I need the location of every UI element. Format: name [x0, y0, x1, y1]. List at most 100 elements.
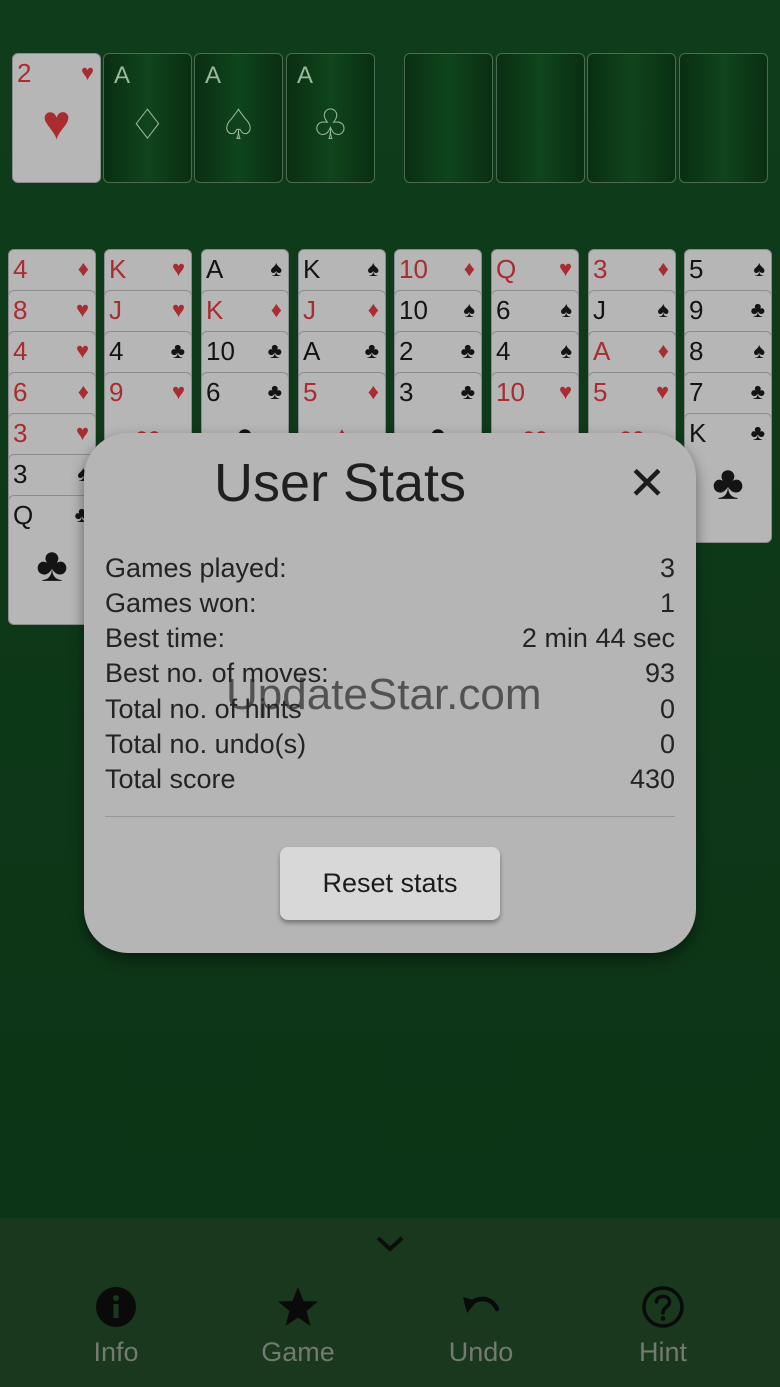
free-cell[interactable]	[587, 53, 676, 183]
dialog-title: User Stats	[213, 453, 467, 513]
card-rank: 3	[593, 254, 608, 284]
heart-icon: ♥	[171, 297, 185, 322]
card-rank: 9	[689, 295, 704, 325]
card-rank: J	[593, 295, 606, 325]
stat-row-games-won: Games won: 1	[105, 588, 675, 623]
club-icon: ♣	[36, 539, 68, 592]
foundation-diamonds[interactable]: A ♢	[103, 53, 192, 183]
undo-button[interactable]: Undo	[421, 1285, 541, 1375]
card-rank: 5	[303, 377, 318, 407]
heart-icon: ♥	[655, 379, 669, 404]
stat-label: Total no. undo(s)	[105, 729, 307, 759]
spade-icon: ♠	[657, 297, 669, 322]
star-icon	[278, 1287, 318, 1326]
stat-label: Games won:	[105, 588, 257, 618]
spade-icon: ♠	[463, 297, 475, 322]
foundation-rank: A	[297, 62, 314, 89]
card-rank: K	[109, 254, 127, 284]
diamond-icon: ♦	[657, 256, 669, 281]
card-rank: 8	[689, 336, 704, 366]
info-button[interactable]: Info	[56, 1285, 176, 1375]
undo-label: Undo	[448, 1337, 514, 1367]
stat-value: 1	[659, 588, 675, 618]
diamond-icon: ♦	[367, 379, 379, 404]
card-rank: 6	[13, 377, 28, 407]
diamond-icon: ♢	[128, 101, 167, 148]
card-rank: 2	[17, 58, 32, 88]
club-icon: ♧	[311, 101, 350, 148]
card-rank: A	[593, 336, 611, 366]
stat-value: 3	[659, 553, 675, 583]
info-icon	[96, 1287, 136, 1327]
stat-value: 0	[659, 729, 675, 759]
spade-icon: ♠	[753, 256, 765, 281]
close-icon[interactable]: ✕	[624, 460, 670, 506]
hint-label: Hint	[638, 1337, 687, 1367]
foundation-clubs[interactable]: A ♧	[286, 53, 375, 183]
card-rank: 4	[13, 254, 28, 284]
card-rank: 5	[593, 377, 608, 407]
heart-icon: ♥	[558, 256, 572, 281]
spade-icon: ♠	[560, 338, 572, 363]
card-rank: 10	[399, 295, 428, 325]
free-cell[interactable]	[404, 53, 493, 183]
card-rank: 3	[399, 377, 414, 407]
heart-icon: ♥	[80, 60, 94, 85]
foundation-spades[interactable]: A ♤	[194, 53, 283, 183]
club-icon: ♣	[170, 338, 185, 363]
club-icon: ♣	[267, 379, 282, 404]
card-rank: 2	[399, 336, 414, 366]
stat-row-total-undos: Total no. undo(s) 0	[105, 729, 675, 764]
card-rank: A	[206, 254, 224, 284]
card-rank: 3	[13, 418, 28, 448]
card-rank: 8	[13, 295, 28, 325]
card-rank: 7	[689, 377, 704, 407]
card-rank: 4	[13, 336, 28, 366]
stat-value: 2 min 44 sec	[521, 623, 675, 653]
diamond-icon: ♦	[367, 297, 379, 322]
reset-stats-button[interactable]: Reset stats	[280, 847, 500, 920]
card-rank: 6	[496, 295, 511, 325]
diamond-icon: ♦	[270, 297, 282, 322]
spade-icon: ♤	[219, 101, 258, 148]
free-cell[interactable]	[679, 53, 768, 183]
club-icon: ♣	[460, 338, 475, 363]
spade-icon: ♠	[753, 338, 765, 363]
stat-row-best-time: Best time: 2 min 44 sec	[105, 623, 675, 658]
card-rank: Q	[13, 500, 34, 530]
heart-icon: ♥	[558, 379, 572, 404]
heart-icon: ♥	[171, 256, 185, 281]
heart-icon: ♥	[75, 420, 89, 445]
help-icon	[642, 1286, 684, 1328]
card-rank: 9	[109, 377, 124, 407]
heart-icon: ♥	[171, 379, 185, 404]
card-rank: 4	[109, 336, 124, 366]
foundation-hearts-card[interactable]: 2 ♥ ♥	[12, 53, 101, 183]
foundation-rank: A	[205, 62, 222, 89]
stat-row-total-score: Total score 430	[105, 764, 675, 799]
stat-row-games-played: Games played: 3	[105, 553, 675, 588]
heart-icon: ♥	[75, 297, 89, 322]
chevron-down-icon[interactable]	[372, 1228, 408, 1258]
hint-button[interactable]: Hint	[603, 1285, 723, 1375]
foundation-rank: A	[114, 62, 131, 89]
club-icon: ♣	[460, 379, 475, 404]
card-rank: 4	[496, 336, 511, 366]
club-icon: ♣	[750, 379, 765, 404]
card-rank: J	[109, 295, 122, 325]
card-rank: K	[689, 418, 707, 448]
game-button[interactable]: Game	[238, 1285, 358, 1375]
card-rank: Q	[496, 254, 517, 284]
stat-value: 430	[629, 764, 675, 794]
card-rank: 10	[206, 336, 235, 366]
card-rank: 6	[206, 377, 221, 407]
free-cell[interactable]	[496, 53, 585, 183]
tableau-card[interactable]: Q ♣ ♣	[8, 495, 96, 625]
game-label: Game	[261, 1337, 335, 1367]
tableau-card[interactable]: K ♣ ♣	[684, 413, 772, 543]
undo-icon	[463, 1296, 500, 1313]
info-label: Info	[93, 1337, 139, 1367]
card-rank: 3	[13, 459, 28, 489]
spade-icon: ♠	[560, 297, 572, 322]
card-rank: 10	[399, 254, 428, 284]
